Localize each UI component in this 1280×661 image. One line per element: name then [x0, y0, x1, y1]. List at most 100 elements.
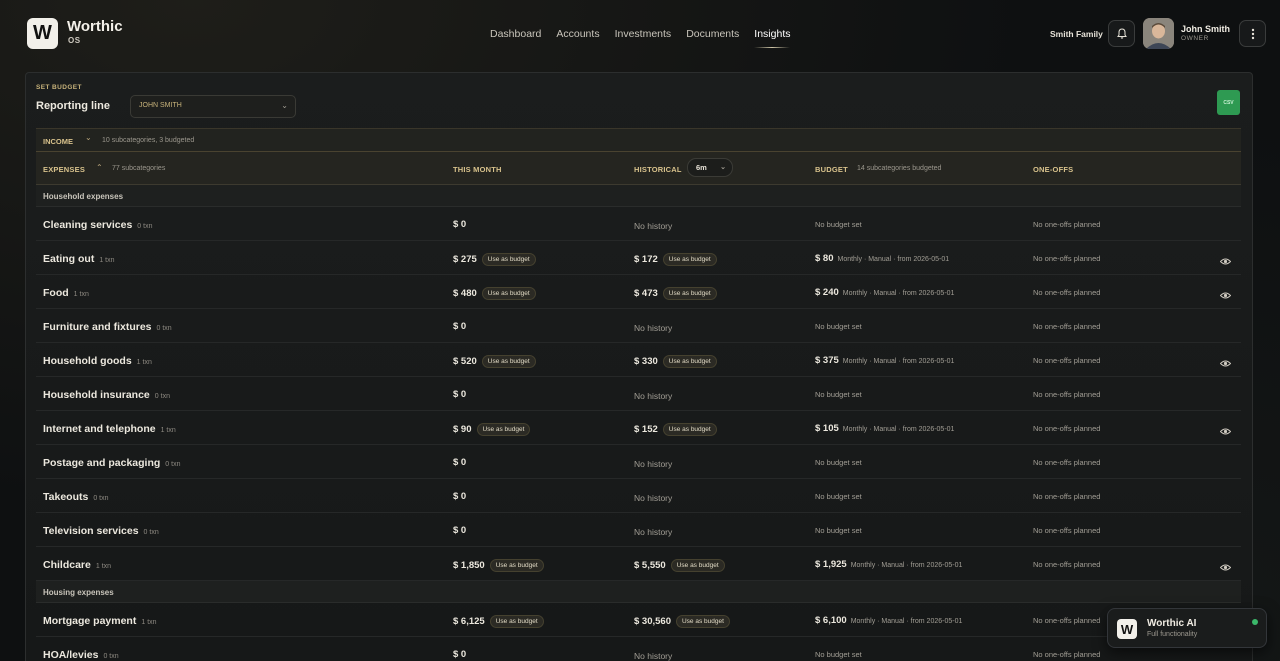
use-as-budget-button[interactable]: Use as budget [662, 355, 717, 368]
historical-period-value: 6m [696, 163, 707, 172]
use-as-budget-button[interactable]: Use as budget [481, 253, 536, 266]
use-as-budget-button[interactable]: Use as budget [662, 253, 717, 266]
budget-cell[interactable]: $ 105 Monthly · Manual · from 2026-05-01 [815, 423, 954, 434]
no-history-text: No history [634, 527, 673, 537]
nav-dashboard[interactable]: Dashboard [490, 28, 541, 40]
user-avatar[interactable] [1143, 18, 1174, 49]
notifications-button[interactable] [1108, 20, 1135, 47]
category-name: Postage and packaging 0 txn [43, 457, 180, 469]
table-row[interactable]: Takeouts 0 txn $ 0 No history No budget set N… [36, 479, 1241, 513]
no-oneoffs-text[interactable]: No one-offs planned [1033, 390, 1100, 399]
no-oneoffs-text[interactable]: No one-offs planned [1033, 650, 1100, 659]
table-row[interactable]: Childcare 1 txn $ 1,850 Use as budget $ 5,55… [36, 547, 1241, 581]
more-menu-button[interactable] [1239, 20, 1266, 47]
no-oneoffs-text[interactable]: No one-offs planned [1033, 560, 1100, 569]
budget-cell[interactable]: $ 6,100 Monthly · Manual · from 2026-05-0… [815, 615, 962, 626]
category-name-text: HOA/levies [43, 649, 99, 661]
no-oneoffs-text[interactable]: No one-offs planned [1033, 288, 1100, 297]
table-row[interactable]: Eating out 1 txn $ 275 Use as budget $ 172 Us… [36, 241, 1241, 275]
no-budget-text[interactable]: No budget set [815, 220, 862, 229]
use-as-budget-button[interactable]: Use as budget [662, 287, 717, 300]
category-name: Eating out 1 txn [43, 253, 115, 265]
historical-cell: $ 5,550 Use as budget [634, 559, 725, 572]
historical-amount: $ 30,560 [634, 616, 671, 627]
table-row[interactable]: HOA/levies 0 txn $ 0 No history No budget se… [36, 637, 1241, 661]
no-budget-text[interactable]: No budget set [815, 390, 862, 399]
nav-accounts[interactable]: Accounts [556, 28, 599, 40]
no-budget-text[interactable]: No budget set [815, 322, 862, 331]
this-month-amount: $ 0 [453, 525, 467, 536]
table-row[interactable]: Cleaning services 0 txn $ 0 No history No bu… [36, 207, 1241, 241]
eye-icon[interactable] [1219, 559, 1232, 571]
table-row[interactable]: Postage and packaging 0 txn $ 0 No history N… [36, 445, 1241, 479]
no-oneoffs-text[interactable]: No one-offs planned [1033, 356, 1100, 365]
no-oneoffs-text[interactable]: No one-offs planned [1033, 254, 1100, 263]
chevron-down-icon[interactable]: ⌄ [85, 133, 92, 142]
table-row[interactable]: Furniture and fixtures 0 txn $ 0 No history… [36, 309, 1241, 343]
no-budget-text[interactable]: No budget set [815, 492, 862, 501]
category-name-text: Food [43, 287, 69, 299]
budget-cell[interactable]: $ 1,925 Monthly · Manual · from 2026-05-0… [815, 559, 962, 570]
category-name-text: Cleaning services [43, 219, 133, 231]
this-month-cell: $ 90 Use as budget [453, 423, 531, 436]
eye-icon[interactable] [1219, 355, 1232, 367]
budget-cell[interactable]: $ 240 Monthly · Manual · from 2026-05-01 [815, 287, 954, 298]
no-oneoffs-text[interactable]: No one-offs planned [1033, 458, 1100, 467]
user-role: OWNER [1181, 35, 1209, 42]
budget-cell[interactable]: $ 80 Monthly · Manual · from 2026-05-01 [815, 253, 949, 264]
table-row[interactable]: Television services 0 txn $ 0 No history No … [36, 513, 1241, 547]
nav-documents[interactable]: Documents [686, 28, 739, 40]
use-as-budget-button[interactable]: Use as budget [481, 355, 536, 368]
use-as-budget-button[interactable]: Use as budget [489, 615, 544, 628]
csv-export-button[interactable]: CSV [1217, 90, 1240, 115]
chevron-down-icon: ⌄ [720, 164, 726, 171]
no-budget-text[interactable]: No budget set [815, 650, 862, 659]
eye-icon[interactable] [1219, 423, 1232, 435]
no-oneoffs-text[interactable]: No one-offs planned [1033, 424, 1100, 433]
budget-subcount: 14 subcategories budgeted [857, 165, 942, 172]
budget-amount: $ 240 [815, 287, 839, 298]
no-oneoffs-text[interactable]: No one-offs planned [1033, 526, 1100, 535]
family-selector[interactable]: Smith Family [1050, 29, 1103, 39]
vertical-dots-icon [1251, 28, 1254, 39]
use-as-budget-button[interactable]: Use as budget [670, 559, 725, 572]
income-group-row[interactable]: INCOME ⌄ 10 subcategories, 3 budgeted [36, 128, 1241, 152]
historical-period-select[interactable]: 6m ⌄ [687, 158, 733, 177]
use-as-budget-button[interactable]: Use as budget [481, 287, 536, 300]
table-row[interactable]: Internet and telephone 1 txn $ 90 Use as bu… [36, 411, 1241, 445]
reporting-line-select[interactable]: JOHN SMITH ⌄ [130, 95, 296, 118]
user-avatar-image [1143, 18, 1174, 49]
table-row[interactable]: Food 1 txn $ 480 Use as budget $ 473 Use as b… [36, 275, 1241, 309]
nav-investments[interactable]: Investments [615, 28, 672, 40]
use-as-budget-button[interactable]: Use as budget [675, 615, 730, 628]
no-oneoffs-text[interactable]: No one-offs planned [1033, 616, 1100, 625]
use-as-budget-button[interactable]: Use as budget [489, 559, 544, 572]
this-month-amount: $ 0 [453, 457, 467, 468]
no-oneoffs-text[interactable]: No one-offs planned [1033, 322, 1100, 331]
historical-amount: $ 330 [634, 356, 658, 367]
chevron-up-icon[interactable]: ⌃ [96, 163, 103, 172]
no-budget-text[interactable]: No budget set [815, 526, 862, 535]
table-row[interactable]: Household insurance 0 txn $ 0 No history No … [36, 377, 1241, 411]
nav-insights[interactable]: Insights [754, 28, 791, 48]
table-row[interactable]: Mortgage payment 1 txn $ 6,125 Use as budge… [36, 603, 1241, 637]
no-oneoffs-text[interactable]: No one-offs planned [1033, 492, 1100, 501]
no-oneoffs-text[interactable]: No one-offs planned [1033, 220, 1100, 229]
table-row[interactable]: Household goods 1 txn $ 520 Use as budget $ … [36, 343, 1241, 377]
txn-count: 0 txn [154, 393, 170, 400]
eye-icon[interactable] [1219, 253, 1232, 265]
this-month-cell: $ 0 [453, 457, 466, 468]
historical-amount: $ 172 [634, 254, 658, 265]
this-month-amount: $ 0 [453, 491, 467, 502]
no-history-text: No history [634, 323, 673, 333]
this-month-cell: $ 6,125 Use as budget [453, 615, 544, 628]
eye-icon[interactable] [1219, 287, 1232, 299]
use-as-budget-button[interactable]: Use as budget [476, 423, 531, 436]
no-budget-text[interactable]: No budget set [815, 458, 862, 467]
worthic-ai-widget[interactable]: W Worthic AI Full functionality [1107, 608, 1267, 648]
budget-cell[interactable]: $ 375 Monthly · Manual · from 2026-05-01 [815, 355, 954, 366]
worthic-logo-icon[interactable]: W [27, 18, 58, 49]
category-name: Household insurance 0 txn [43, 389, 170, 401]
txn-count: 0 txn [137, 223, 153, 230]
use-as-budget-button[interactable]: Use as budget [662, 423, 717, 436]
